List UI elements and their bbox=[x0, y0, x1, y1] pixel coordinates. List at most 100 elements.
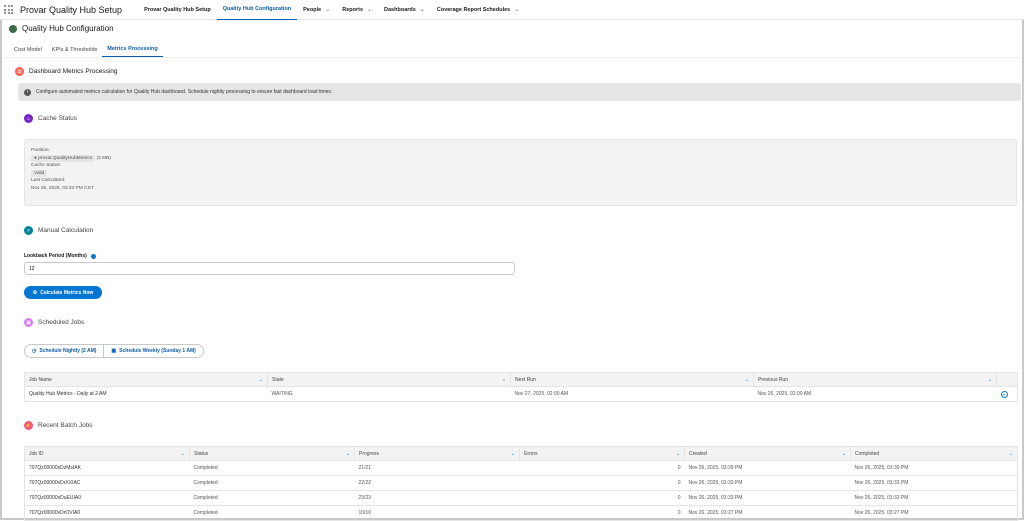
calculate-label: Calculate Metrics Now bbox=[40, 289, 94, 296]
column-header[interactable]: State ⌄ bbox=[267, 372, 511, 387]
table-cell: Nov 26, 2025, 03:33 PM bbox=[684, 490, 851, 506]
column-header-label: Completed bbox=[855, 450, 880, 457]
manual-header: > Manual Calculation bbox=[24, 226, 93, 235]
table-cell: 0 bbox=[519, 460, 685, 476]
nav-item[interactable]: Quality Hub Configuration bbox=[216, 0, 298, 20]
table-cell: Nov 26, 2025, 03:27 PM bbox=[850, 505, 1018, 521]
tab[interactable]: Metrics Processing bbox=[102, 42, 163, 57]
table-row: 707Qz00000vDzMsIAK Completed 21/21 0 Nov 26,… bbox=[24, 460, 1018, 476]
nav-item-label: Quality Hub Configuration bbox=[222, 6, 292, 12]
nav-item[interactable]: Reports ⌄ bbox=[336, 0, 378, 20]
app-title: Provar Quality Hub Setup bbox=[20, 4, 123, 15]
cache-icon: ⌂ bbox=[24, 114, 33, 123]
nightly-label: Schedule Nightly (2 AM) bbox=[39, 348, 97, 354]
nav-item[interactable]: People ⌄ bbox=[297, 0, 336, 20]
table-cell: Quality Hub Metrics - Daily at 2 AM bbox=[24, 386, 268, 402]
table-cell: Completed bbox=[189, 475, 355, 491]
info-text: Configure automated metrics calculation … bbox=[36, 89, 333, 95]
row-actions-dropdown-icon[interactable]: ▾ bbox=[1000, 390, 1008, 398]
column-header-label: Progress bbox=[359, 450, 380, 457]
batch-title: Recent Batch Jobs bbox=[38, 422, 93, 429]
cache-title: Cache Status bbox=[38, 115, 78, 122]
column-header[interactable]: Previous Run ⌄ bbox=[753, 372, 997, 387]
sort-chevron-icon[interactable]: ⌄ bbox=[346, 451, 350, 457]
calculate-metrics-button[interactable]: ⚙ Calculate Metrics Now bbox=[24, 286, 102, 299]
table-cell: 23/23 bbox=[354, 490, 520, 506]
page-header: Quality Hub Configuration bbox=[9, 24, 114, 33]
column-header-label: Status bbox=[194, 450, 209, 457]
batch-icon: ⚡ bbox=[24, 421, 33, 430]
nav-item[interactable]: Dashboards ⌄ bbox=[378, 0, 431, 20]
manual-title: Manual Calculation bbox=[38, 227, 94, 234]
column-header[interactable]: Completed ⌄ bbox=[850, 446, 1018, 461]
table-cell: 0 bbox=[519, 490, 685, 506]
sort-chevron-icon[interactable]: ⌄ bbox=[502, 377, 506, 383]
nav-item-label: Coverage Report Schedules bbox=[436, 6, 511, 13]
partition-name: provar.QualityHubMetrics bbox=[38, 155, 93, 161]
chevron-down-icon[interactable]: ⌄ bbox=[325, 6, 330, 13]
partition-size: (3 MB) bbox=[96, 155, 111, 161]
column-header[interactable]: Errors ⌄ bbox=[519, 446, 685, 461]
table-cell: Nov 26, 2025, 03:33 PM bbox=[684, 475, 851, 491]
table-cell: 22/22 bbox=[354, 475, 520, 491]
help-icon[interactable] bbox=[90, 253, 96, 259]
column-header-label: Errors bbox=[524, 450, 538, 457]
column-header[interactable]: Progress ⌄ bbox=[354, 446, 520, 461]
table-cell: WAITING bbox=[267, 386, 511, 402]
terminal-icon: > bbox=[24, 226, 33, 235]
lookback-label-text: Lookback Period (Months) bbox=[24, 253, 87, 259]
config-icon bbox=[9, 24, 17, 33]
scheduled-header: ▦ Scheduled Jobs bbox=[24, 318, 84, 327]
table-cell: Nov 26, 2025, 03:39 PM bbox=[684, 460, 851, 476]
cache-status-badge: Valid bbox=[31, 169, 48, 177]
table-cell: 0 bbox=[519, 505, 685, 521]
sort-chevron-icon[interactable]: ⌄ bbox=[745, 377, 749, 383]
cache-status-label: Cache Status: bbox=[31, 163, 62, 168]
weekly-label: Schedule Weekly (Sunday 1 AM) bbox=[119, 348, 196, 354]
table-cell: Nov 26, 2025, 03:33 PM bbox=[850, 475, 1018, 491]
section-title: Dashboard Metrics Processing bbox=[29, 68, 118, 75]
column-header-label: Previous Run bbox=[758, 376, 789, 383]
calendar-icon: ▦ bbox=[24, 318, 33, 327]
chevron-down-icon[interactable]: ⌄ bbox=[367, 6, 372, 13]
column-header-label: Next Run bbox=[515, 376, 536, 383]
nav-item-label: People bbox=[303, 6, 322, 13]
cache-status-panel: Partition: ● provar.QualityHubMetrics (3… bbox=[24, 139, 1017, 206]
column-header[interactable]: Status ⌄ bbox=[189, 446, 355, 461]
table-cell: Nov 26, 2025, 03:33 PM bbox=[850, 490, 1018, 506]
page-title: Quality Hub Configuration bbox=[22, 24, 114, 33]
schedule-nightly-button[interactable]: ◷ Schedule Nightly (2 AM) bbox=[25, 345, 103, 357]
column-header[interactable]: Created ⌄ bbox=[684, 446, 851, 461]
tab[interactable]: Cost Model bbox=[9, 42, 47, 57]
tab[interactable]: KPIs & Thresholds bbox=[47, 42, 102, 57]
section-header: ▤ Dashboard Metrics Processing bbox=[15, 67, 118, 76]
table-cell: 707Qz00000vDrXXIAC bbox=[24, 475, 190, 491]
lookback-input[interactable] bbox=[24, 262, 515, 275]
column-header[interactable]: Job Name ⌄ bbox=[24, 372, 268, 387]
sort-chevron-icon[interactable]: ⌄ bbox=[676, 451, 680, 457]
schedule-weekly-button[interactable]: ▦ Schedule Weekly (Sunday 1 AM) bbox=[103, 345, 202, 357]
table-cell: 0 bbox=[519, 475, 685, 491]
sort-chevron-icon[interactable]: ⌄ bbox=[259, 377, 263, 383]
schedule-button-group: ◷ Schedule Nightly (2 AM) ▦ Schedule Weekl… bbox=[24, 344, 204, 358]
sort-chevron-icon[interactable]: ⌄ bbox=[1009, 451, 1013, 457]
nav-item-label: Reports bbox=[342, 6, 363, 13]
table-cell: Nov 26, 2025, 03:39 PM bbox=[850, 460, 1018, 476]
scheduled-jobs-table: Job Name ⌄ State ⌄ Next Run ⌄ Previous Run ⌄ Qua… bbox=[24, 372, 1018, 402]
app-launcher-icon[interactable] bbox=[4, 5, 13, 14]
sort-chevron-icon[interactable]: ⌄ bbox=[511, 451, 515, 457]
last-calculated-value: Nov 26, 2025, 03:33 PM CST bbox=[31, 185, 94, 191]
sort-chevron-icon[interactable]: ⌄ bbox=[842, 451, 846, 457]
chevron-down-icon[interactable]: ⌄ bbox=[420, 6, 425, 13]
lookback-label: Lookback Period (Months) bbox=[24, 253, 96, 259]
sort-chevron-icon[interactable]: ⌄ bbox=[988, 377, 992, 383]
table-row: 707Qz00000vDrXXIAC Completed 22/22 0 Nov 26,… bbox=[24, 475, 1018, 491]
table-cell: Completed bbox=[189, 505, 355, 521]
column-header-label: Created bbox=[689, 450, 707, 457]
nav-item[interactable]: Provar Quality Hub Setup bbox=[138, 0, 217, 20]
column-header[interactable]: Job ID ⌄ bbox=[24, 446, 190, 461]
nav-item[interactable]: Coverage Report Schedules ⌄ bbox=[431, 0, 525, 20]
chevron-down-icon[interactable]: ⌄ bbox=[514, 6, 519, 13]
column-header[interactable]: Next Run ⌄ bbox=[510, 372, 754, 387]
sort-chevron-icon[interactable]: ⌄ bbox=[181, 451, 185, 457]
